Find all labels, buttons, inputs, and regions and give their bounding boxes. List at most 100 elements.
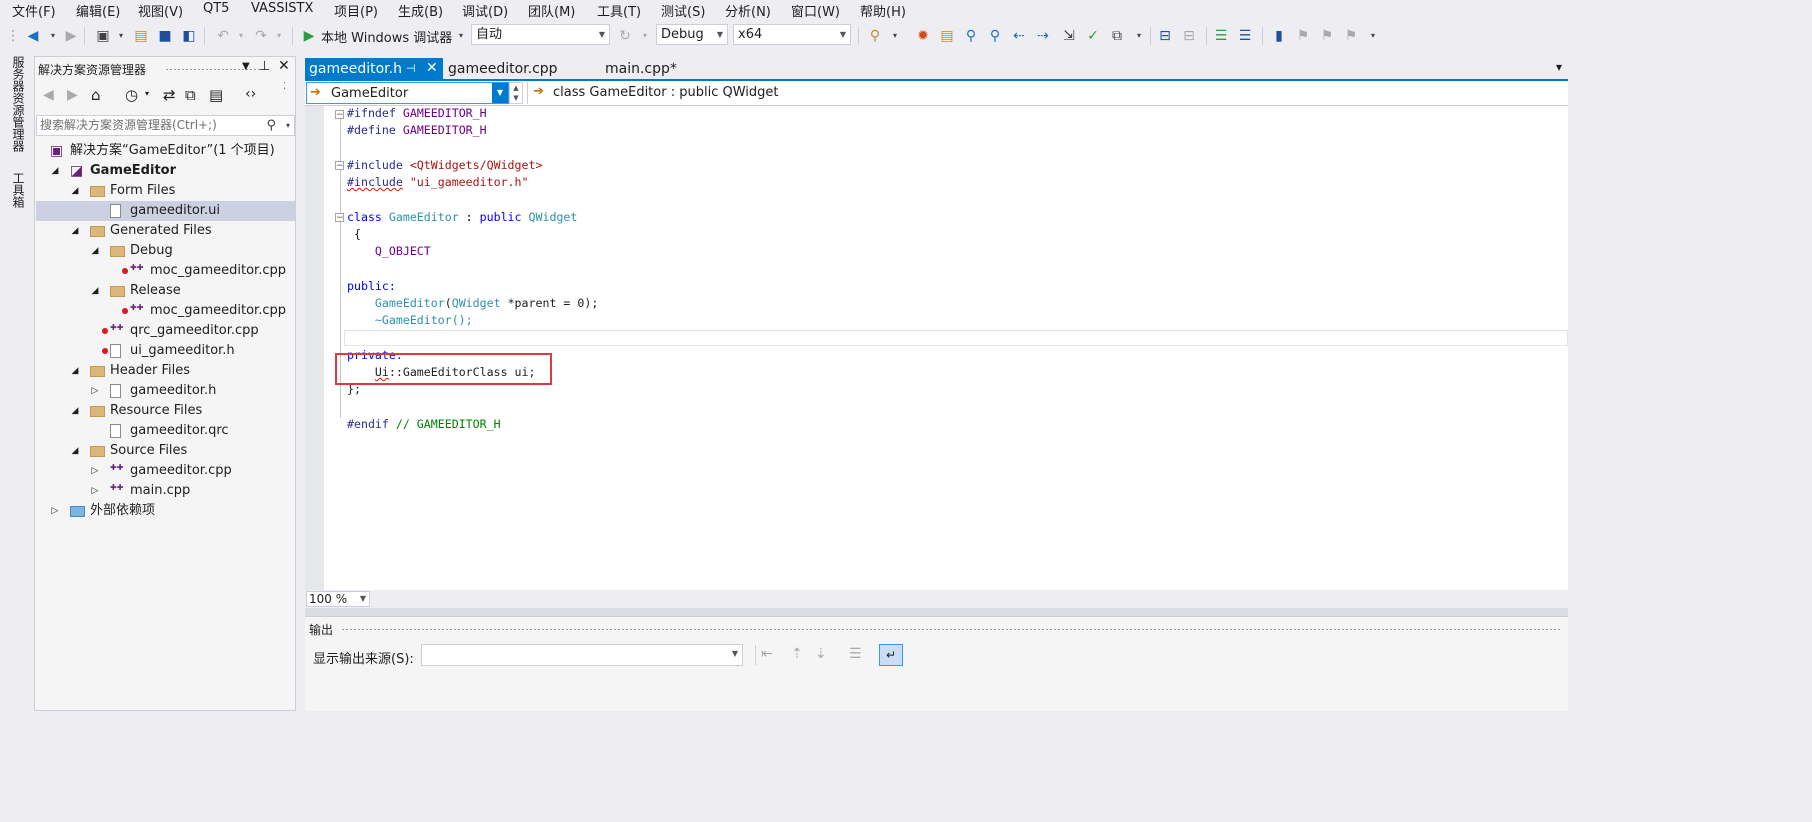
sync-icon[interactable]: ⇄ [163, 86, 176, 104]
tree-item[interactable]: ✚✚ qrc_gameeditor.cpp [36, 321, 295, 341]
tree-item[interactable]: ▣ 解决方案“GameEditor”(1 个项目) [36, 141, 295, 161]
show-all-files-icon[interactable]: ▤ [209, 86, 223, 104]
expand-arrow-icon[interactable]: ▷ [90, 381, 100, 401]
debugger-label[interactable]: 本地 Windows 调试器 [321, 27, 452, 46]
uncomment-icon[interactable]: ☰ [1236, 28, 1254, 44]
tree-item[interactable]: ◢ ◪ GameEditor [36, 161, 295, 181]
collapse-arrow-icon[interactable]: ◢ [70, 441, 80, 461]
chevron-down-icon[interactable]: ▼ [492, 83, 508, 103]
find-symbol-icon[interactable]: ⚲ [962, 28, 980, 44]
refresh-icon[interactable]: ↻ [616, 28, 634, 44]
undo-icon[interactable]: ↶ [214, 28, 232, 44]
tree-item[interactable]: ◢ Resource Files [36, 401, 295, 421]
spell-check-icon[interactable]: ✓ [1084, 28, 1102, 44]
tree-item[interactable]: ◢ Generated Files [36, 221, 295, 241]
go-back-icon[interactable]: ⇠ [1010, 28, 1028, 44]
next-message-icon[interactable]: ⇣ [815, 646, 827, 662]
menu-item[interactable]: 编辑(E) [76, 1, 120, 20]
menu-item[interactable]: 调试(D) [462, 1, 508, 20]
tree-item[interactable]: ✚✚ moc_gameeditor.cpp [36, 301, 295, 321]
undo-dropdown-icon[interactable]: ▾ [232, 28, 250, 44]
panel-menu-icon[interactable]: ▼ [242, 61, 250, 72]
tree-item[interactable]: ✚✚ moc_gameeditor.cpp [36, 261, 295, 281]
clear-bookmarks-icon[interactable]: ⚑ [1342, 28, 1360, 44]
toolbox-icon[interactable]: ⊟ [1156, 28, 1174, 44]
menu-item[interactable]: 测试(S) [661, 1, 705, 20]
go-forward-icon[interactable]: ⇢ [1034, 28, 1052, 44]
back-icon[interactable]: ◀ [43, 87, 54, 103]
menu-item[interactable]: 项目(P) [334, 1, 378, 20]
menu-item[interactable]: QT5 [203, 1, 229, 16]
view-code-icon[interactable]: ‹› [245, 86, 256, 102]
save-all-icon[interactable]: ◧ [180, 28, 198, 44]
menu-item[interactable]: VASSISTX [251, 1, 313, 16]
word-wrap-toggle-icon[interactable]: ↵ [879, 644, 903, 666]
platform-combo[interactable]: x64 ▼ [733, 24, 851, 45]
search-icon[interactable]: ⚲ [266, 116, 276, 135]
new-project-icon[interactable]: ▣ [94, 28, 112, 44]
bookmark-icon[interactable]: ▮ [1270, 28, 1288, 44]
collapse-arrow-icon[interactable]: ◢ [70, 221, 80, 241]
collapse-arrow-icon[interactable]: ◢ [70, 401, 80, 421]
tab-overflow-icon[interactable]: ▾ [1556, 60, 1562, 74]
refresh-dropdown-icon[interactable]: ▾ [636, 28, 654, 44]
menu-item[interactable]: 帮助(H) [860, 1, 906, 20]
scope-combo[interactable]: ➔ GameEditor ▼ [306, 82, 509, 104]
back-dropdown-icon[interactable]: ▾ [44, 28, 62, 44]
find-in-files-icon[interactable]: ⚲ [866, 28, 884, 44]
start-debug-icon[interactable]: ▶ [300, 28, 318, 44]
find-references-icon[interactable]: ⚲ [986, 28, 1004, 44]
history-dropdown-icon[interactable]: ▾ [145, 89, 149, 98]
next-bookmark-icon[interactable]: ⚑ [1318, 28, 1336, 44]
layout-icon[interactable]: ⊟ [1180, 28, 1198, 44]
tree-item[interactable]: ◢ Source Files [36, 441, 295, 461]
save-icon[interactable]: ■ [156, 28, 174, 44]
tree-item[interactable]: gameeditor.qrc [36, 421, 295, 441]
comment-icon[interactable]: ☰ [1212, 28, 1230, 44]
expand-arrow-icon[interactable]: ▷ [90, 461, 100, 481]
step-icon[interactable]: ⇲ [1060, 28, 1078, 44]
solution-config-combo[interactable]: 自动 ▼ [471, 24, 610, 45]
solution-search-input[interactable]: 搜索解决方案资源管理器(Ctrl+;) ⚲ ▾ [36, 115, 295, 136]
home-icon[interactable]: ⌂ [91, 86, 101, 104]
collapse-arrow-icon[interactable]: ◢ [70, 361, 80, 381]
tree-item[interactable]: ▷ gameeditor.h [36, 381, 295, 401]
tree-item[interactable]: ui_gameeditor.h [36, 341, 295, 361]
overflow-icon[interactable]: ▾ [1130, 28, 1148, 44]
member-combo[interactable]: ➔ class GameEditor : public QWidget [527, 82, 1568, 104]
open-file-icon[interactable]: ▤ [132, 28, 150, 44]
tree-item[interactable]: ◢ Release [36, 281, 295, 301]
menu-item[interactable]: 视图(V) [138, 1, 183, 20]
expand-arrow-icon[interactable]: ▷ [90, 481, 100, 501]
search-options-icon[interactable]: ▾ [286, 116, 290, 135]
menu-item[interactable]: 团队(M) [528, 1, 575, 20]
tree-item[interactable]: gameeditor.ui [36, 201, 295, 221]
collapse-arrow-icon[interactable]: ◢ [90, 241, 100, 261]
configuration-combo[interactable]: Debug ▼ [656, 24, 728, 45]
collapse-all-icon[interactable]: ⧉ [185, 86, 196, 104]
toolbox-tab[interactable]: 工具箱 [10, 172, 27, 208]
settings-icon[interactable]: ✹ [914, 28, 932, 44]
zoom-combo[interactable]: 100 % ▼ [306, 591, 370, 607]
overflow-icon[interactable]: ▾ [1364, 28, 1382, 44]
history-icon[interactable]: ◷ [125, 86, 138, 104]
window-icon[interactable]: ⧉ [1108, 28, 1126, 44]
pin-icon[interactable]: ⊥ [259, 59, 270, 74]
collapse-icon[interactable]: − [335, 161, 344, 171]
collapse-arrow-icon[interactable]: ◢ [50, 161, 60, 181]
debugger-dropdown-icon[interactable]: ▾ [452, 28, 470, 44]
close-icon[interactable]: ✕ [278, 58, 290, 74]
prev-bookmark-icon[interactable]: ⚑ [1294, 28, 1312, 44]
folder-icon[interactable]: ▤ [938, 28, 956, 44]
tree-item[interactable]: ◢ Header Files [36, 361, 295, 381]
tree-item[interactable]: ▷ ✚✚ main.cpp [36, 481, 295, 501]
menu-item[interactable]: 生成(B) [398, 1, 443, 20]
collapse-icon[interactable]: − [335, 213, 344, 223]
forward-icon[interactable]: ▶ [62, 28, 80, 44]
tree-item[interactable]: ▷ ✚✚ gameeditor.cpp [36, 461, 295, 481]
splitter[interactable] [305, 608, 1568, 616]
panel-grip[interactable] [341, 628, 1561, 631]
forward-icon[interactable]: ▶ [67, 87, 78, 103]
output-source-combo[interactable]: ▼ [421, 644, 743, 666]
menu-item[interactable]: 分析(N) [725, 1, 771, 20]
